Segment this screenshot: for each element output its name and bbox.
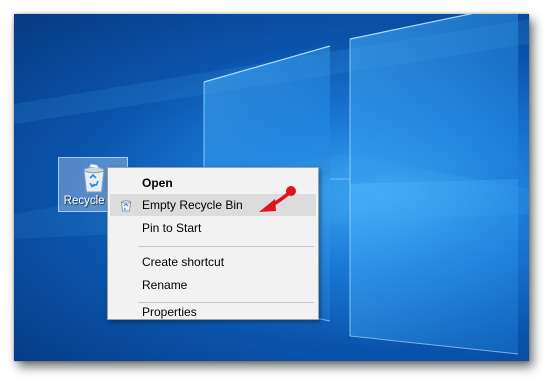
context-menu: Open Empty Recycle Bin Pin to Start Crea… [107, 167, 319, 320]
menu-item-label: Create shortcut [142, 255, 225, 269]
menu-item-label: Open [142, 176, 173, 190]
menu-item-create-shortcut[interactable]: Create shortcut [110, 251, 316, 273]
menu-item-open[interactable]: Open [110, 172, 316, 194]
menu-item-empty-recycle-bin[interactable]: Empty Recycle Bin [110, 194, 316, 216]
menu-item-label: Properties [142, 305, 197, 319]
menu-item-label: Rename [142, 278, 188, 292]
recycle-bin-icon [83, 163, 105, 193]
menu-separator [138, 302, 314, 303]
menu-item-properties[interactable]: Properties [110, 305, 316, 319]
menu-item-pin-to-start[interactable]: Pin to Start [110, 217, 316, 239]
menu-item-label: Pin to Start [142, 221, 202, 235]
menu-item-label: Empty Recycle Bin [142, 198, 243, 212]
recycle-icon [121, 200, 131, 212]
menu-separator [138, 246, 314, 247]
menu-item-rename[interactable]: Rename [110, 274, 316, 296]
